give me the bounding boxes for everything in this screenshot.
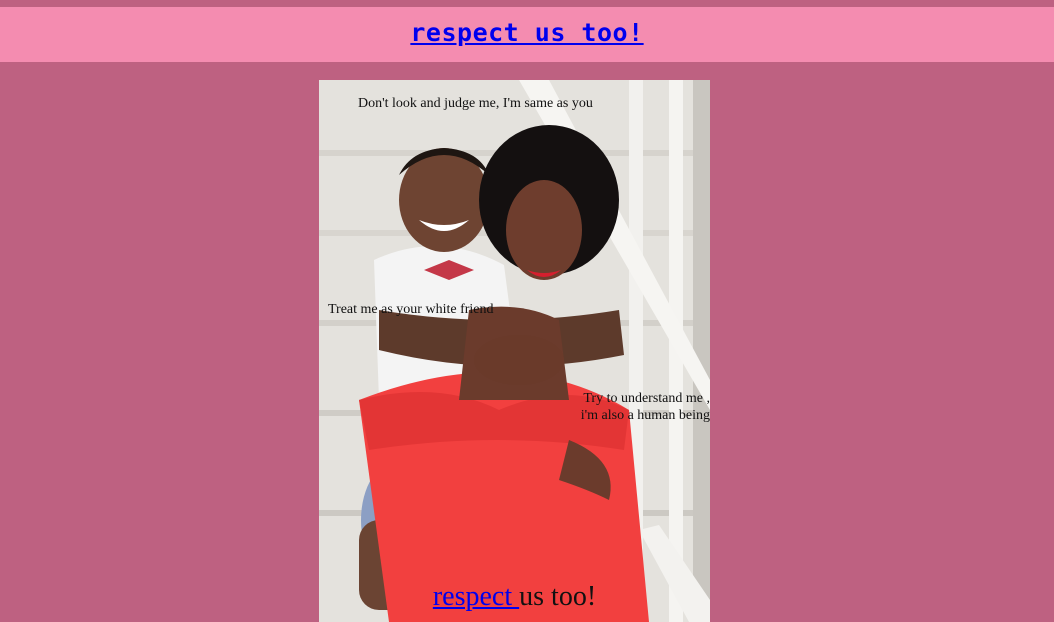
header-bar: respect us too! bbox=[0, 7, 1054, 62]
bottom-title-link[interactable]: respect bbox=[433, 581, 519, 612]
caption-right-line1: Try to understand me , bbox=[583, 391, 710, 406]
photo-illustration bbox=[319, 80, 710, 622]
top-strip bbox=[0, 0, 1054, 7]
bottom-title: respect us too! bbox=[319, 580, 710, 614]
header-title-link[interactable]: respect us too! bbox=[0, 18, 1054, 47]
caption-middle: Treat me as your white friend bbox=[328, 302, 494, 317]
caption-top: Don't look and judge me, I'm same as you bbox=[358, 96, 593, 111]
bottom-title-rest: us too! bbox=[519, 581, 597, 612]
caption-right-line2: i'm also a human being bbox=[580, 408, 710, 423]
caption-right: Try to understand me , i'm also a human … bbox=[571, 390, 710, 424]
hero-photo bbox=[319, 80, 710, 622]
